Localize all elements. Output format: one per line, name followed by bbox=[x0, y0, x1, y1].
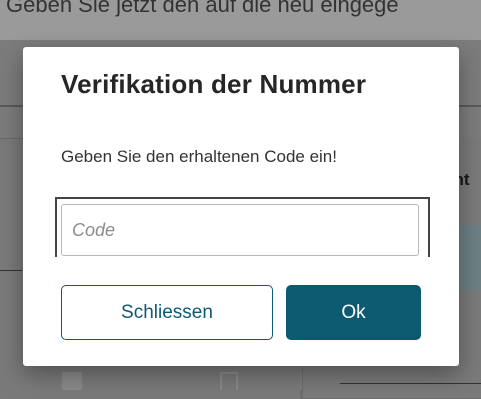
background-header-strip: Geben Sie jetzt den auf die neu eingege bbox=[0, 0, 481, 40]
background-instruction-text: Geben Sie jetzt den auf die neu eingege bbox=[6, 0, 399, 17]
close-button[interactable]: Schliessen bbox=[61, 285, 273, 340]
checkbox-icon bbox=[62, 372, 82, 390]
code-input[interactable] bbox=[61, 204, 419, 256]
dialog-title: Verifikation der Nummer bbox=[61, 69, 367, 99]
background-divider-right bbox=[340, 383, 481, 384]
trash-icon bbox=[220, 372, 238, 390]
verification-dialog: Verifikation der Nummer Geben Sie den er… bbox=[23, 47, 459, 366]
dialog-instruction: Geben Sie den erhaltenen Code ein! bbox=[61, 147, 337, 166]
background-divider-left bbox=[0, 270, 22, 271]
ok-button[interactable]: Ok bbox=[286, 285, 421, 340]
